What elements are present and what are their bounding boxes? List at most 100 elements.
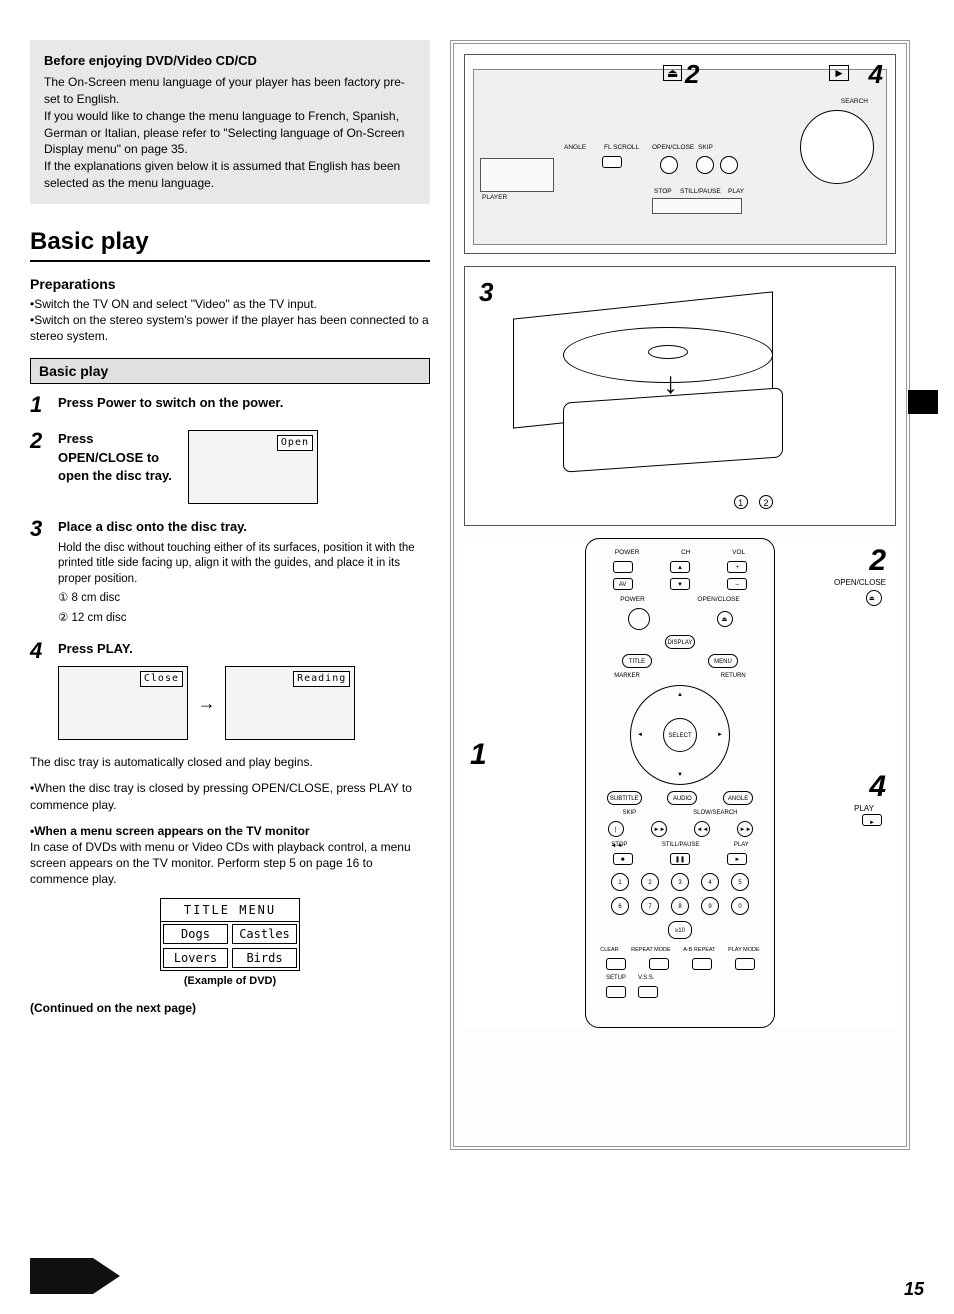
power-label: POWER bbox=[615, 549, 640, 556]
transport-cluster bbox=[652, 198, 742, 214]
player-label: PLAYER bbox=[482, 194, 507, 201]
av-button: AV bbox=[613, 578, 633, 590]
arrow-right-icon: → bbox=[198, 691, 216, 716]
power-button bbox=[628, 608, 650, 630]
tv-screen-close: Close bbox=[58, 666, 188, 740]
play-mode-button bbox=[735, 958, 755, 970]
title-menu-caption: (Example of DVD) bbox=[30, 975, 430, 987]
select-button: SELECT bbox=[663, 718, 697, 752]
clear-label: CLEAR bbox=[600, 947, 618, 953]
step-text: Press Power to switch on the power. bbox=[58, 395, 283, 410]
key-0: 0 bbox=[731, 897, 749, 915]
clear-button bbox=[606, 958, 626, 970]
jog-dial bbox=[800, 110, 874, 184]
stop-button: ■ bbox=[613, 853, 633, 865]
play-label: PLAY bbox=[728, 188, 744, 195]
vol-up-button: + bbox=[727, 561, 747, 573]
remote-body: POWER CH VOL ▲ + AV ▼ – P bbox=[585, 538, 775, 1028]
power-label2: POWER bbox=[620, 596, 645, 603]
step-2: 2 Press OPEN/CLOSE to open the disc tray… bbox=[30, 430, 430, 504]
prep-item: •Switch on the stereo system's power if … bbox=[30, 312, 430, 344]
dpad-up-icon: ▲ bbox=[677, 692, 683, 698]
diagram-frame: PLAYER ANGLE FL SCROLL OPEN/CLOSE SKIP S… bbox=[450, 40, 910, 1150]
direction-pad: ▲ ▼ ◄ ► SELECT bbox=[630, 685, 730, 785]
disc-size-markers: 1 2 bbox=[730, 495, 777, 509]
marker-2: 2 bbox=[759, 495, 773, 509]
skip-back-button2: |◄◄ bbox=[608, 821, 624, 837]
tv-screen-reading: Reading bbox=[225, 666, 355, 740]
repeat-button bbox=[649, 958, 669, 970]
title-menu-example: TITLE MENU Dogs Castles Lovers Birds bbox=[160, 898, 300, 971]
disc-tray-diagram: 3 ↓ 1 2 bbox=[464, 266, 896, 526]
tv-power-button bbox=[613, 561, 633, 573]
menu-item-lovers: Lovers bbox=[163, 948, 228, 968]
disc-hole bbox=[648, 345, 688, 359]
key-3: 3 bbox=[671, 873, 689, 891]
play-label2: PLAY bbox=[734, 842, 749, 848]
osd-tag-close: Close bbox=[140, 671, 183, 687]
menu-item-castles: Castles bbox=[232, 924, 297, 944]
angle-label: ANGLE bbox=[564, 144, 586, 151]
page-edge-tab bbox=[908, 390, 938, 414]
callout-4-remote: 4 bbox=[869, 770, 886, 804]
continued-note: (Continued on the next page) bbox=[30, 1001, 430, 1015]
play-icon: ► bbox=[829, 65, 849, 81]
disc-tray-outline bbox=[563, 387, 783, 472]
setup-label: SETUP bbox=[606, 975, 626, 981]
key-10plus: ≥10 bbox=[668, 921, 692, 939]
step-text: Press PLAY. bbox=[58, 641, 133, 656]
page-number: 15 bbox=[904, 1279, 924, 1300]
player-front-diagram: PLAYER ANGLE FL SCROLL OPEN/CLOSE SKIP S… bbox=[464, 54, 896, 254]
skip-label: SKIP bbox=[698, 144, 713, 151]
left-column: Before enjoying DVD/Video CD/CD The On-S… bbox=[30, 40, 430, 1220]
stop-label2: STOP bbox=[611, 842, 627, 848]
skip-fwd-button bbox=[720, 156, 738, 174]
step-1: 1 Press Power to switch on the power. bbox=[30, 394, 430, 416]
search-label: SEARCH bbox=[841, 98, 868, 105]
step-number: 4 bbox=[30, 640, 50, 662]
disc-size-1: ① 8 cm disc bbox=[58, 591, 430, 607]
open-close-label2: OPEN/CLOSE bbox=[697, 596, 739, 603]
right-column: PLAYER ANGLE FL SCROLL OPEN/CLOSE SKIP S… bbox=[450, 40, 910, 1220]
key-8: 8 bbox=[671, 897, 689, 915]
preparations-heading: Preparations bbox=[30, 276, 430, 292]
pre-note-box: Before enjoying DVD/Video CD/CD The On-S… bbox=[30, 40, 430, 204]
step-number: 3 bbox=[30, 518, 50, 540]
open-close-button: ⏏ bbox=[717, 611, 733, 627]
stop-label: STOP bbox=[654, 188, 672, 195]
still-pause-label: STILL/PAUSE bbox=[680, 188, 721, 195]
note-paragraph: If you would like to change the menu lan… bbox=[44, 108, 416, 158]
basic-play-banner: Basic play bbox=[30, 358, 430, 384]
vol-label: VOL bbox=[732, 549, 745, 556]
note-paragraph: If the explanations given below it is as… bbox=[44, 158, 416, 192]
open-close-side-label: OPEN/CLOSE bbox=[834, 578, 886, 587]
play-side-label: PLAY bbox=[854, 804, 874, 813]
slow-back-button: ◄◄ bbox=[694, 821, 710, 837]
fl-scroll-label: FL SCROLL bbox=[604, 144, 639, 151]
step-detail: Hold the disc without touching either of… bbox=[58, 541, 430, 588]
step-number: 1 bbox=[30, 394, 50, 416]
skip-fwd-button2: ►►| bbox=[651, 821, 667, 837]
eject-icon: ⏏ bbox=[663, 65, 682, 81]
step-number: 2 bbox=[30, 430, 50, 452]
disc-size-2: ② 12 cm disc bbox=[58, 611, 430, 627]
ch-up-button: ▲ bbox=[670, 561, 690, 573]
skip-back-button bbox=[696, 156, 714, 174]
pause-button: ❚❚ bbox=[670, 853, 690, 865]
key-5: 5 bbox=[731, 873, 749, 891]
dpad-down-icon: ▼ bbox=[677, 772, 683, 778]
marker-1: 1 bbox=[734, 495, 748, 509]
open-close-button bbox=[660, 156, 678, 174]
callout-2-remote: 2 bbox=[869, 544, 886, 578]
menu-button: MENU bbox=[708, 654, 738, 668]
prep-item: •Switch the TV ON and select "Video" as … bbox=[30, 296, 430, 312]
key-9: 9 bbox=[701, 897, 719, 915]
menu-screen-body: In case of DVDs with menu or Video CDs w… bbox=[30, 840, 411, 886]
osd-tag-reading: Reading bbox=[293, 671, 350, 687]
step-4: 4 Press PLAY. Close → Reading bbox=[30, 640, 430, 740]
ab-button bbox=[692, 958, 712, 970]
play-icon-side: ► bbox=[862, 814, 882, 826]
menu-item-dogs: Dogs bbox=[163, 924, 228, 944]
ab-repeat-label: A-B REPEAT bbox=[683, 947, 715, 953]
key-4: 4 bbox=[701, 873, 719, 891]
